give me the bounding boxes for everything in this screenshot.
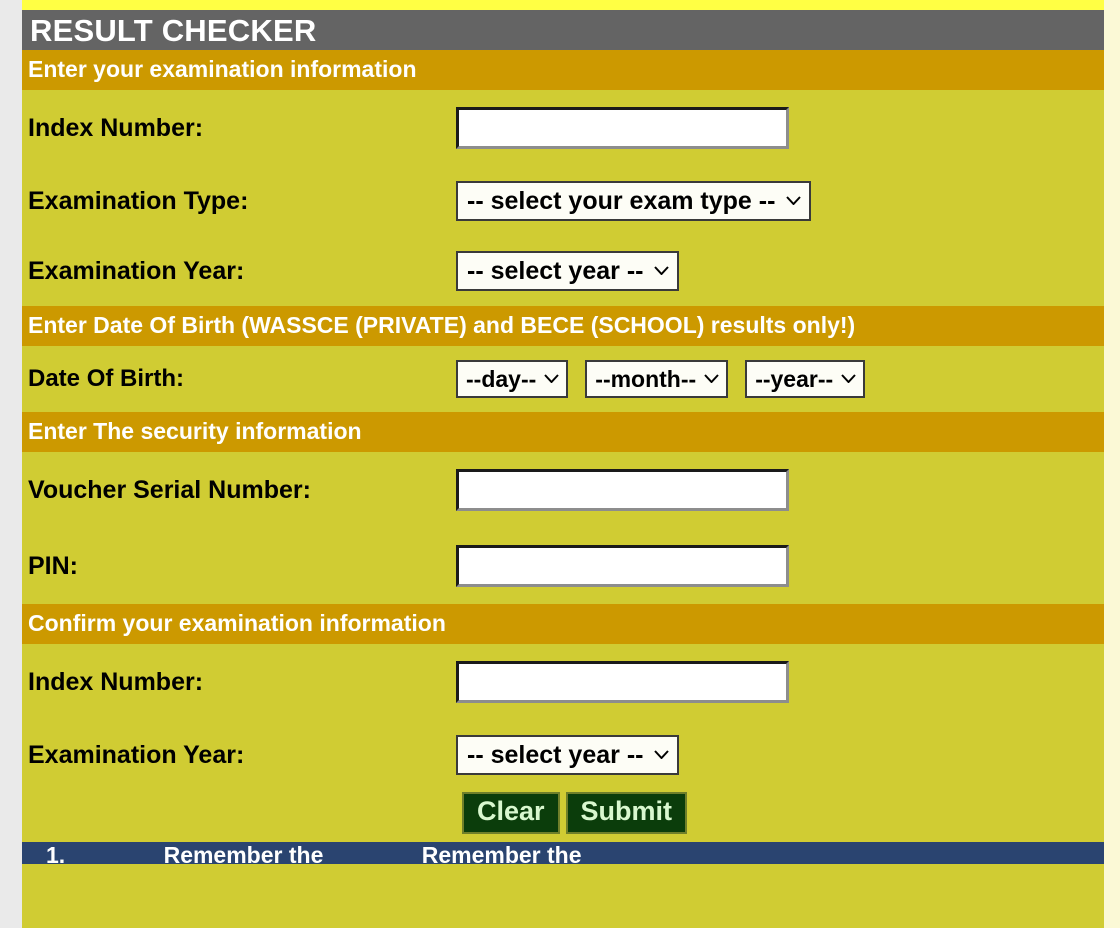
footer-text-a: Remember the <box>163 842 324 865</box>
row-index-number: Index Number: <box>22 90 1104 166</box>
section-header-confirm: Confirm your examination information <box>22 604 1104 644</box>
dob-year-select[interactable]: --year-- <box>745 360 866 398</box>
left-gutter <box>0 0 23 928</box>
label-index-number: Index Number: <box>28 113 204 142</box>
chevron-down-icon <box>654 749 670 759</box>
chevron-down-icon <box>841 373 856 383</box>
result-checker-form: RESULT CHECKER Enter your examination in… <box>22 0 1104 928</box>
field-area-pin <box>456 545 1104 587</box>
footer-item-number: 1. <box>46 842 66 865</box>
submit-button[interactable]: Submit <box>565 792 688 834</box>
footer-text-b: Remember the <box>421 842 582 865</box>
footer-instructions-text: 1. Remember the Remember the <box>46 842 674 865</box>
field-area-confirm-index-number <box>456 661 1104 703</box>
footer-instructions: 1. Remember the Remember the <box>22 842 1104 864</box>
row-confirm-index-number: Index Number: <box>22 644 1104 720</box>
row-exam-year: Examination Year: -- select year -- <box>22 236 1104 306</box>
clear-button[interactable]: Clear <box>462 792 560 834</box>
row-exam-type: Examination Type: -- select your exam ty… <box>22 166 1104 236</box>
chevron-down-icon <box>786 195 802 205</box>
label-voucher-serial: Voucher Serial Number: <box>28 475 311 504</box>
field-area-exam-year: -- select year -- <box>456 251 1104 291</box>
section-header-security: Enter The security information <box>22 412 1104 452</box>
exam-type-select-value: -- select your exam type -- <box>467 186 776 215</box>
top-yellow-strip <box>22 0 1104 10</box>
field-area-exam-type: -- select your exam type -- <box>456 181 1104 221</box>
index-number-input[interactable] <box>456 107 789 149</box>
pin-input[interactable] <box>456 545 789 587</box>
row-voucher-serial: Voucher Serial Number: <box>22 452 1104 528</box>
dob-month-select-value: --month-- <box>595 365 697 392</box>
confirm-index-number-input[interactable] <box>456 661 789 703</box>
form-actions: Clear Submit <box>22 790 1104 836</box>
voucher-serial-input[interactable] <box>456 469 789 511</box>
label-confirm-exam-year: Examination Year: <box>28 740 245 769</box>
chevron-down-icon <box>654 265 670 275</box>
field-area-index-number <box>456 107 1104 149</box>
dob-day-select[interactable]: --day-- <box>456 360 569 398</box>
chevron-down-icon <box>544 373 560 383</box>
row-date-of-birth: Date Of Birth: --day-- --month-- --year-… <box>22 346 1104 412</box>
label-pin: PIN: <box>28 551 78 580</box>
label-exam-type: Examination Type: <box>28 186 249 215</box>
exam-year-select[interactable]: -- select year -- <box>456 251 680 291</box>
right-gutter <box>1104 0 1120 928</box>
field-area-confirm-exam-year: -- select year -- <box>456 735 1104 775</box>
row-confirm-exam-year: Examination Year: -- select year -- <box>22 720 1104 790</box>
exam-year-select-value: -- select year -- <box>467 256 644 285</box>
page-title: RESULT CHECKER <box>22 10 1104 50</box>
exam-type-select[interactable]: -- select your exam type -- <box>456 181 812 221</box>
page-root: RESULT CHECKER Enter your examination in… <box>0 0 1120 928</box>
section-header-exam-info: Enter your examination information <box>22 50 1104 90</box>
label-confirm-index-number: Index Number: <box>28 667 204 696</box>
field-area-date-of-birth: --day-- --month-- --year-- <box>456 360 1104 398</box>
field-area-voucher-serial <box>456 469 1104 511</box>
label-date-of-birth: Date Of Birth: <box>28 365 184 392</box>
dob-day-select-value: --day-- <box>466 365 537 392</box>
dob-month-select[interactable]: --month-- <box>585 360 729 398</box>
dob-year-select-value: --year-- <box>755 365 834 392</box>
confirm-exam-year-select-value: -- select year -- <box>467 740 644 769</box>
label-exam-year: Examination Year: <box>28 256 245 285</box>
section-header-dob: Enter Date Of Birth (WASSCE (PRIVATE) an… <box>22 306 1104 346</box>
confirm-exam-year-select[interactable]: -- select year -- <box>456 735 680 775</box>
chevron-down-icon <box>704 373 719 383</box>
row-pin: PIN: <box>22 528 1104 604</box>
